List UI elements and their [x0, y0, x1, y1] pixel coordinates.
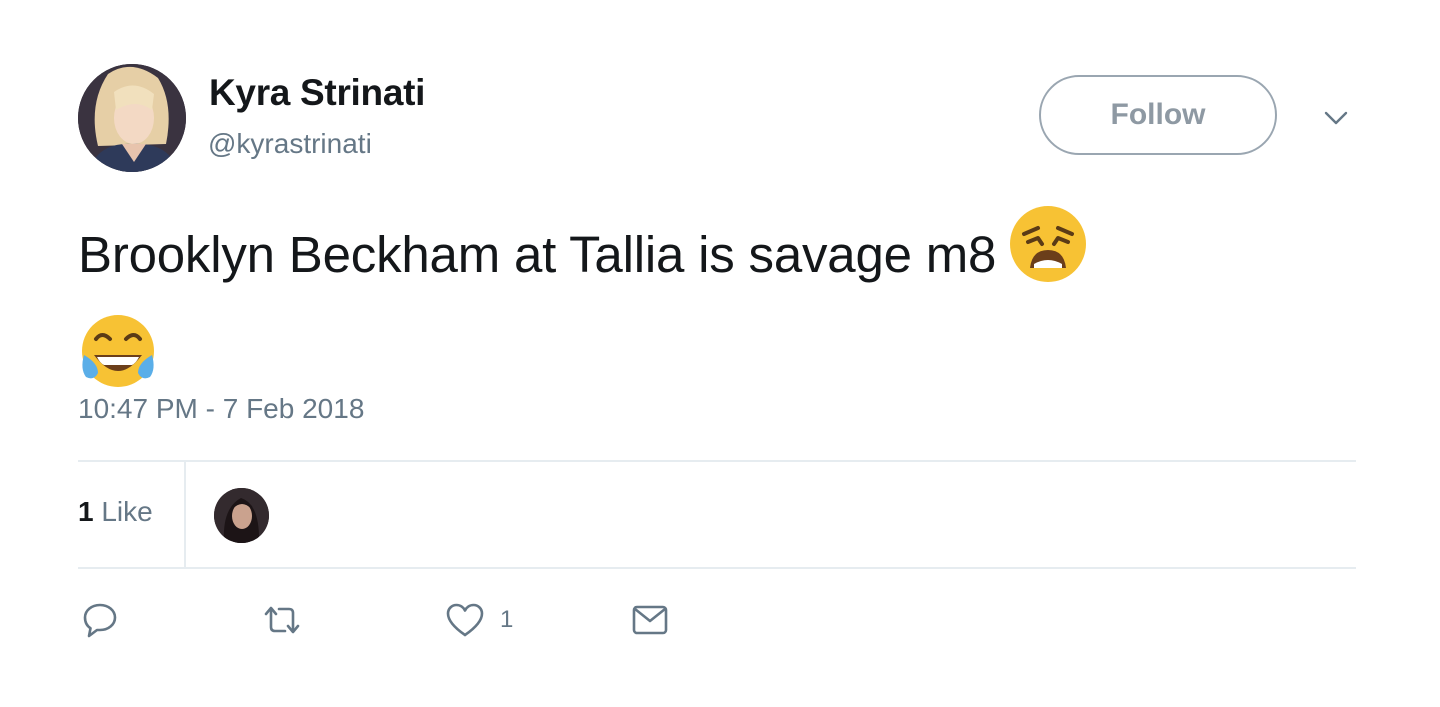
- follow-button[interactable]: Follow: [1039, 75, 1277, 155]
- likes-stat[interactable]: 1 Like: [78, 496, 153, 528]
- weary-face-emoji: [1008, 204, 1088, 301]
- tweet-text: Brooklyn Beckham at Tallia is savage m8: [78, 206, 1368, 404]
- like-button[interactable]: 1: [444, 598, 513, 642]
- chevron-down-icon[interactable]: [1320, 102, 1352, 134]
- tweet-text-content: Brooklyn Beckham at Tallia is savage m8: [78, 225, 997, 283]
- retweet-button[interactable]: [260, 598, 304, 642]
- author-handle[interactable]: @kyrastrinati: [208, 128, 372, 160]
- author-avatar[interactable]: [78, 64, 186, 172]
- likes-count: 1: [78, 496, 94, 527]
- likes-label: Like: [101, 496, 153, 527]
- reply-icon: [80, 600, 120, 640]
- tweet-timestamp[interactable]: 10:47 PM - 7 Feb 2018: [78, 393, 364, 425]
- reply-button[interactable]: [80, 598, 120, 642]
- like-count: 1: [500, 606, 514, 633]
- direct-message-button[interactable]: [630, 598, 670, 642]
- liker-avatar[interactable]: [214, 488, 269, 543]
- divider: [78, 567, 1356, 569]
- retweet-icon: [260, 600, 304, 640]
- stats-separator: [184, 462, 186, 567]
- divider: [78, 460, 1356, 462]
- envelope-icon: [630, 600, 670, 640]
- author-display-name[interactable]: Kyra Strinati: [209, 72, 425, 114]
- heart-icon: [444, 600, 486, 640]
